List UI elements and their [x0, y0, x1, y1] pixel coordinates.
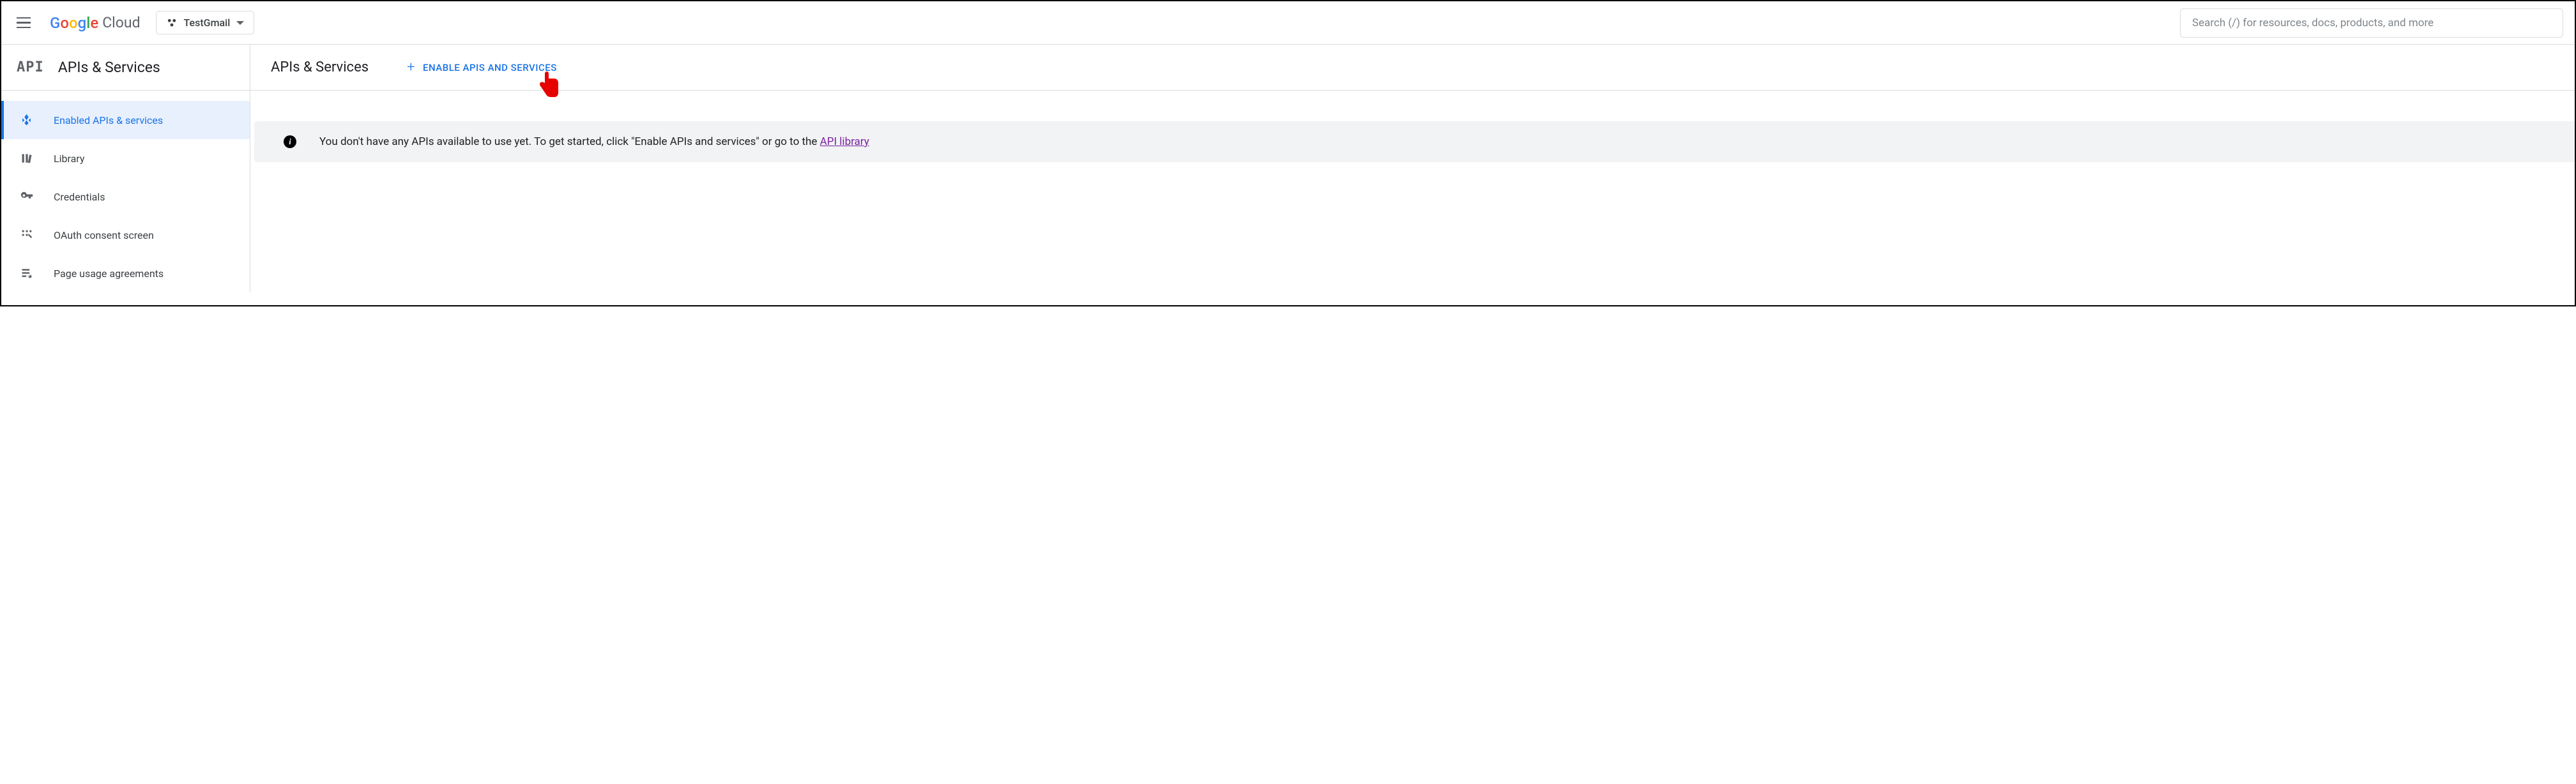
sidebar-item-oauth-consent[interactable]: OAuth consent screen — [1, 216, 250, 254]
sidebar-item-enabled-apis[interactable]: Enabled APIs & services — [1, 101, 250, 139]
sidebar-item-label: Credentials — [54, 191, 105, 203]
agreements-icon — [19, 266, 34, 281]
google-cloud-logo[interactable]: Google Cloud — [50, 14, 141, 32]
project-picker[interactable]: TestGmail — [156, 11, 255, 34]
sidebar-header: API APIs & Services — [1, 45, 250, 90]
project-name: TestGmail — [184, 17, 231, 29]
cloud-label: Cloud — [102, 14, 140, 31]
sidebar-item-label: Library — [54, 153, 84, 165]
search-wrapper — [2180, 8, 2563, 38]
plus-icon: + — [407, 61, 415, 75]
top-bar: Google Cloud TestGmail — [1, 1, 2575, 45]
api-library-link[interactable]: API library — [820, 135, 869, 148]
project-dots-icon — [166, 17, 178, 29]
info-icon: i — [284, 135, 296, 148]
main-content: i You don't have any APIs available to u… — [250, 91, 2575, 292]
key-icon — [19, 189, 34, 204]
sidebar-nav: Enabled APIs & services Library Credenti… — [1, 91, 250, 292]
library-icon — [19, 151, 34, 166]
main-header: APIs & Services + ENABLE APIS AND SERVIC… — [250, 45, 2575, 90]
chevron-down-icon — [236, 21, 244, 25]
sidebar-item-page-agreements[interactable]: Page usage agreements — [1, 254, 250, 292]
sidebar-item-library[interactable]: Library — [1, 139, 250, 177]
sub-header: API APIs & Services APIs & Services + EN… — [1, 45, 2575, 91]
api-icon: API — [17, 59, 44, 75]
consent-icon — [19, 227, 34, 243]
sidebar-item-label: Page usage agreements — [54, 268, 164, 280]
sidebar-item-label: Enabled APIs & services — [54, 114, 163, 126]
sidebar-item-credentials[interactable]: Credentials — [1, 177, 250, 216]
info-banner: i You don't have any APIs available to u… — [254, 121, 2575, 162]
enable-apis-button[interactable]: + ENABLE APIS AND SERVICES — [407, 61, 557, 75]
banner-text: You don't have any APIs available to use… — [319, 135, 869, 148]
enable-apis-label: ENABLE APIS AND SERVICES — [423, 62, 557, 73]
menu-icon[interactable] — [13, 13, 34, 33]
diamond-icon — [19, 112, 34, 128]
page-title: APIs & Services — [271, 59, 369, 75]
body-layout: Enabled APIs & services Library Credenti… — [1, 91, 2575, 292]
sidebar-item-label: OAuth consent screen — [54, 229, 154, 241]
sidebar-title: APIs & Services — [58, 59, 160, 76]
search-input[interactable] — [2180, 8, 2563, 38]
